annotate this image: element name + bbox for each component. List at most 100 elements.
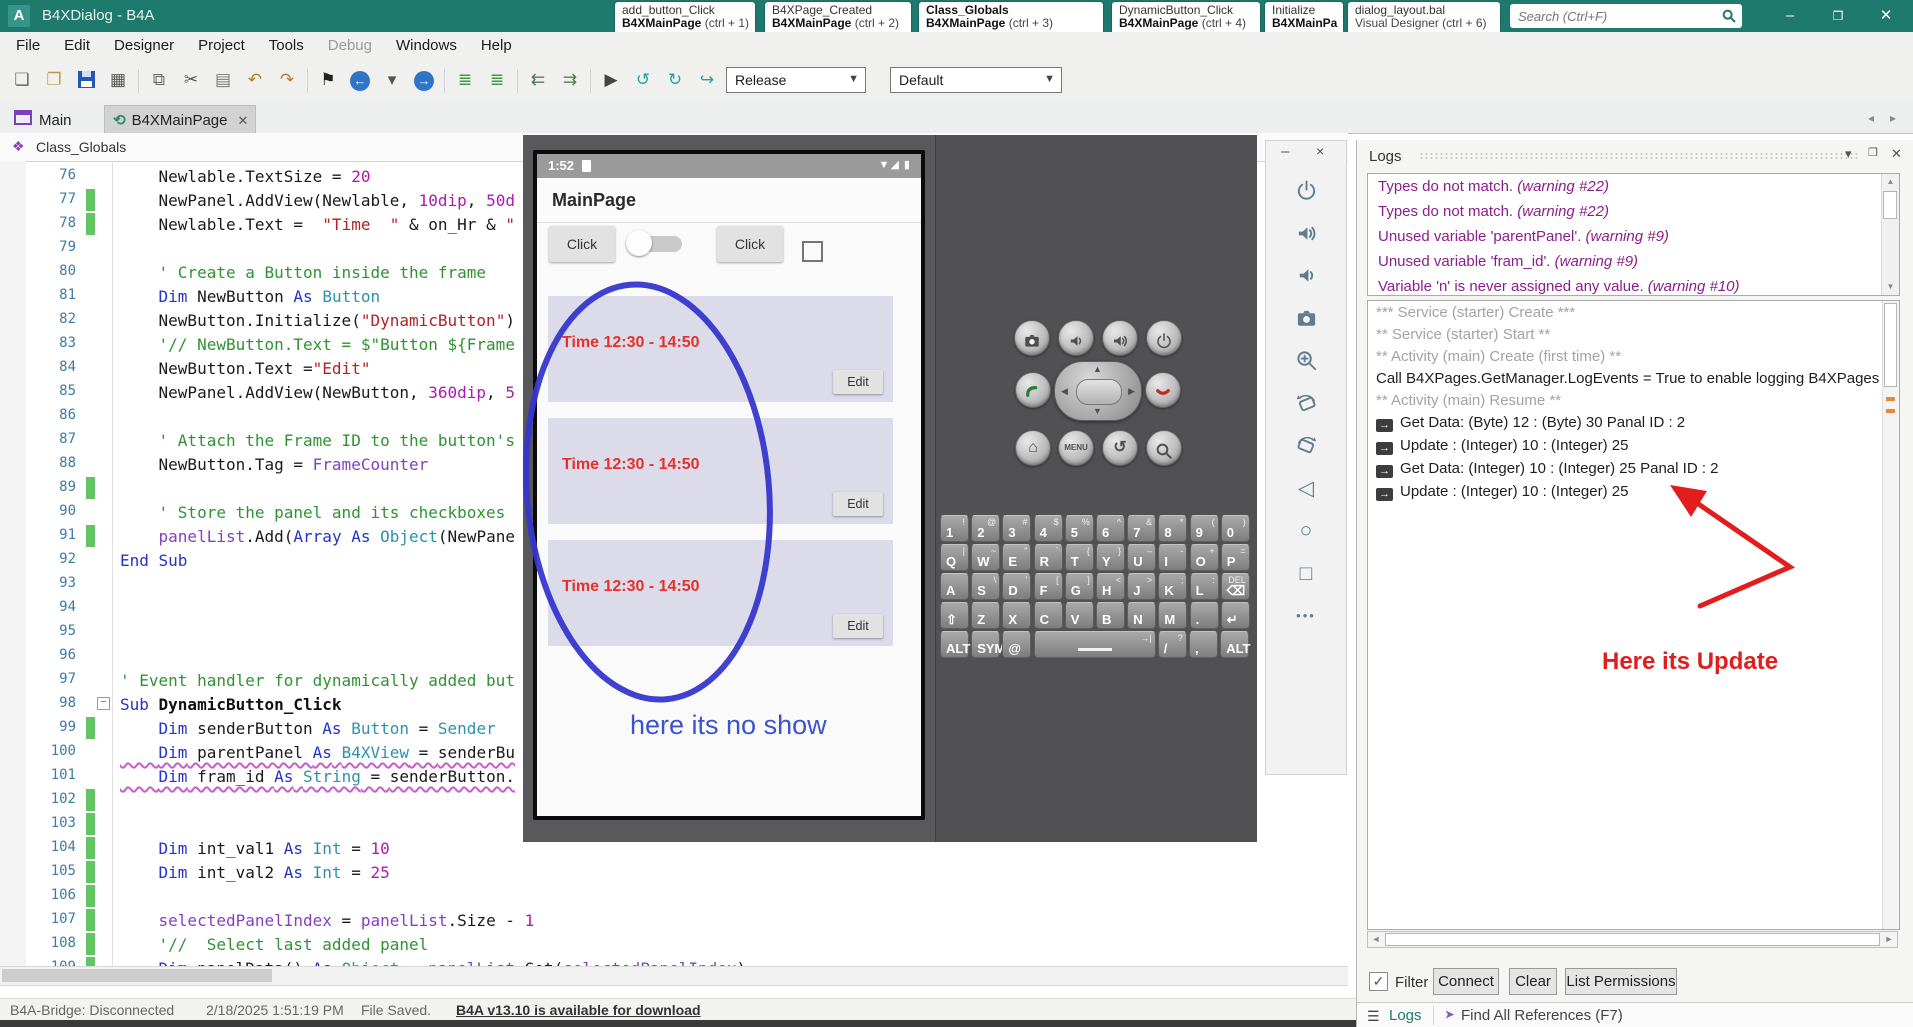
menu-tools[interactable]: Tools — [257, 32, 316, 59]
logs-collapse-icon[interactable]: ▾ — [1845, 146, 1852, 162]
log-output-list[interactable]: *** Service (starter) Create *** ** Servi… — [1367, 300, 1900, 930]
screenshot-camera-icon[interactable] — [1266, 307, 1346, 333]
key-e[interactable]: E " — [1002, 544, 1032, 571]
dpad-up-icon[interactable]: ▲ — [1093, 364, 1102, 374]
step-over-icon[interactable]: ↻ — [662, 67, 688, 93]
quick-tab-5[interactable]: Initialize B4XMainPa — [1265, 2, 1343, 32]
scroll-up-icon[interactable]: ▲ — [1882, 174, 1899, 190]
quick-tab-6[interactable]: dialog_layout.bal Visual Designer (ctrl +… — [1348, 2, 1500, 32]
code-line-106[interactable]: 106 — [0, 884, 1348, 908]
camera-button[interactable] — [1014, 320, 1050, 356]
edit-button[interactable]: Edit — [833, 370, 883, 394]
list-permissions-button[interactable]: List Permissions — [1565, 968, 1677, 995]
warning-row[interactable]: Types do not match. (warning #22) — [1368, 199, 1899, 224]
new-file-icon[interactable]: ❏ — [9, 67, 35, 93]
key-1[interactable]: 1! — [940, 515, 969, 542]
quick-tab-4[interactable]: DynamicButton_Click B4XMainPage (ctrl + 4… — [1112, 2, 1260, 32]
log-entry[interactable]: → Get Data: (Integer) 10 : (Integer) 25 P… — [1368, 457, 1899, 480]
zoom-icon[interactable] — [1266, 349, 1346, 375]
key-@[interactable]: @ — [1002, 631, 1032, 658]
doc-tab-b4xmainpage[interactable]: ⟲ B4XMainPage ✕ — [104, 105, 256, 133]
menu-file[interactable]: File — [4, 32, 52, 59]
edit-button[interactable]: Edit — [833, 492, 883, 516]
home-icon[interactable]: ○ — [1266, 519, 1346, 543]
emulator-close-icon[interactable]: × — [1316, 143, 1324, 159]
key-z[interactable]: Z — [971, 602, 1001, 629]
code-line-108[interactable]: 108 '// Select last added panel — [0, 932, 1348, 956]
warning-row[interactable]: Unused variable 'parentPanel'. (warning … — [1368, 224, 1899, 249]
home-button[interactable]: ⌂ — [1015, 430, 1051, 466]
log-entry[interactable]: → Update : (Integer) 10 : (Integer) 25 — [1368, 480, 1899, 503]
call-button[interactable] — [1015, 372, 1051, 408]
key-h[interactable]: H < — [1096, 573, 1125, 600]
indent-icon[interactable]: ⇉ — [557, 67, 583, 93]
emulator-minimize-icon[interactable]: – — [1281, 143, 1289, 160]
key-6[interactable]: 6 ^ — [1096, 515, 1125, 542]
logs-maximize-icon[interactable]: ❐ — [1868, 146, 1878, 159]
key-alt[interactable]: ALT — [940, 631, 970, 658]
fold-collapse-icon[interactable]: − — [97, 697, 110, 710]
key-s[interactable]: S \ — [971, 573, 1001, 600]
rotate-right-icon[interactable] — [1266, 434, 1346, 460]
key-7[interactable]: 7 & — [1127, 515, 1157, 542]
key-8[interactable]: 8 * — [1158, 515, 1188, 542]
key-r[interactable]: R ` — [1033, 544, 1063, 571]
key-b[interactable]: B — [1096, 602, 1125, 629]
logs-scroll-thumb[interactable] — [1884, 303, 1897, 387]
key-i[interactable]: I- — [1158, 544, 1188, 571]
doc-tab-main[interactable]: Main — [6, 105, 102, 133]
volume-up-button[interactable] — [1102, 320, 1138, 356]
key-w[interactable]: W ~ — [971, 544, 1001, 571]
editor-horizontal-scrollbar[interactable] — [0, 966, 1348, 986]
warnings-scroll-thumb[interactable] — [1883, 191, 1897, 219]
power-button[interactable] — [1146, 320, 1182, 356]
cut-icon[interactable]: ✂ — [178, 67, 204, 93]
click-button-2[interactable]: Click — [717, 226, 783, 262]
uncomment-icon[interactable]: ≣ — [484, 67, 510, 93]
tab-logs[interactable]: Logs — [1389, 1007, 1422, 1024]
menu-project[interactable]: Project — [186, 32, 257, 59]
log-entry[interactable]: ** Service (starter) Start ** — [1368, 323, 1899, 345]
close-button[interactable]: ✕ — [1863, 0, 1909, 32]
key-sym[interactable]: SYM — [971, 631, 1005, 658]
dpad-center-button[interactable] — [1076, 379, 1122, 405]
filter-checkbox[interactable]: ✓ — [1369, 972, 1388, 991]
scroll-down-icon[interactable]: ▼ — [1882, 279, 1899, 295]
back-icon[interactable]: ◁ — [1266, 477, 1346, 501]
tab-scroll-left-icon[interactable]: ◂ — [1868, 111, 1874, 125]
warning-row[interactable]: Types do not match. (warning #22) — [1368, 174, 1899, 199]
quick-tab-1[interactable]: add_button_Click B4XMainPage (ctrl + 1) — [615, 2, 755, 32]
log-entry[interactable]: → Get Data: (Byte) 12 : (Byte) 30 Panal I… — [1368, 411, 1899, 434]
maximize-button[interactable]: ❐ — [1815, 0, 1861, 32]
open-project-icon[interactable]: ❐ — [41, 67, 67, 93]
dpad-control[interactable]: ◀ ▲ ▼ ▶ — [1054, 361, 1142, 421]
search-button[interactable] — [1146, 430, 1182, 466]
key-v[interactable]: V — [1064, 602, 1094, 629]
key-m[interactable]: M — [1158, 602, 1188, 629]
warning-row[interactable]: Variable 'n' is never assigned any value… — [1368, 274, 1899, 295]
end-call-button[interactable] — [1145, 372, 1181, 408]
build-configuration-select[interactable]: Release ▼ — [726, 67, 866, 93]
rotate-left-icon[interactable] — [1266, 392, 1346, 418]
dpad-left-icon[interactable]: ◀ — [1061, 386, 1068, 397]
menu-edit[interactable]: Edit — [52, 32, 102, 59]
click-button-1[interactable]: Click — [549, 226, 615, 262]
key-2[interactable]: 2 @ — [971, 515, 1001, 542]
key-.[interactable]: . — [1189, 602, 1219, 629]
search-input[interactable] — [1516, 6, 1710, 26]
key-k[interactable]: K; — [1158, 573, 1188, 600]
overview-icon[interactable]: □ — [1266, 562, 1346, 586]
key-g[interactable]: G] — [1064, 573, 1094, 600]
paste-icon[interactable]: ▤ — [210, 67, 236, 93]
key-u[interactable]: U – — [1127, 544, 1157, 571]
volume-up-icon[interactable] — [1266, 222, 1346, 248]
key-p[interactable]: P = — [1220, 544, 1250, 571]
warnings-list[interactable]: Types do not match. (warning #22) Types d… — [1367, 173, 1900, 296]
logs-hscroll-thumb[interactable] — [1385, 933, 1880, 946]
undo-icon[interactable]: ↶ — [242, 67, 268, 93]
warnings-scrollbar[interactable]: ▲ ▼ — [1881, 174, 1899, 295]
toggle-knob[interactable] — [626, 230, 652, 256]
update-link[interactable]: B4A v13.10 is available for download — [456, 1002, 701, 1018]
key-alt[interactable]: ALT — [1220, 631, 1251, 658]
key-l[interactable]: L: — [1189, 573, 1219, 600]
